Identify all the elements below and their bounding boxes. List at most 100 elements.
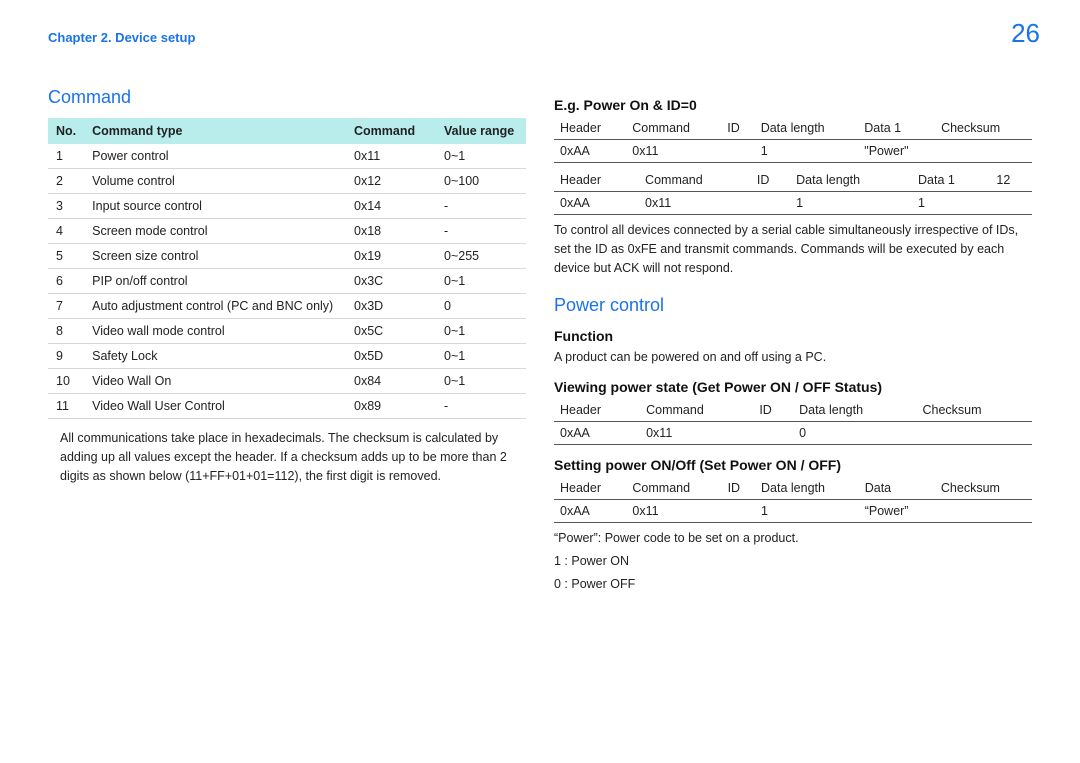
power-off-value: 0 : Power OFF <box>554 575 1032 594</box>
table-row: 3Input source control0x14- <box>48 194 526 219</box>
cell-no: 2 <box>48 169 84 194</box>
h: Header <box>554 117 626 140</box>
function-label: Function <box>554 328 1032 344</box>
h: Data 1 <box>912 169 990 192</box>
h: Data 1 <box>858 117 935 140</box>
h: Header <box>554 477 626 500</box>
c: 0xAA <box>554 192 639 215</box>
table-row: 5Screen size control0x190~255 <box>48 244 526 269</box>
h: Checksum <box>935 117 1032 140</box>
cell-range: 0~1 <box>436 344 526 369</box>
cell-type: Auto adjustment control (PC and BNC only… <box>84 294 346 319</box>
section-title-command: Command <box>48 87 526 108</box>
cell-range: 0 <box>436 294 526 319</box>
cell-no: 7 <box>48 294 84 319</box>
c: 0x11 <box>626 140 721 163</box>
cell-no: 9 <box>48 344 84 369</box>
cell-type: Video Wall User Control <box>84 394 346 419</box>
serial-note: To control all devices connected by a se… <box>554 221 1032 277</box>
th-range: Value range <box>436 118 526 144</box>
cell-cmd: 0x11 <box>346 144 436 169</box>
cell-range: 0~255 <box>436 244 526 269</box>
table-row: 11Video Wall User Control0x89- <box>48 394 526 419</box>
h: Data length <box>793 399 916 422</box>
table-row: 8Video wall mode control0x5C0~1 <box>48 319 526 344</box>
cell-cmd: 0x14 <box>346 194 436 219</box>
table-row: 9Safety Lock0x5D0~1 <box>48 344 526 369</box>
cell-type: Safety Lock <box>84 344 346 369</box>
cell-cmd: 0x12 <box>346 169 436 194</box>
cell-range: - <box>436 219 526 244</box>
command-footnote: All communications take place in hexadec… <box>60 429 526 485</box>
c: 0x11 <box>639 192 751 215</box>
c: 0xAA <box>554 140 626 163</box>
cell-type: Video Wall On <box>84 369 346 394</box>
cell-cmd: 0x19 <box>346 244 436 269</box>
view-power-title: Viewing power state (Get Power ON / OFF … <box>554 379 1032 395</box>
c: 0xAA <box>554 422 640 445</box>
table-row: 1Power control0x110~1 <box>48 144 526 169</box>
command-table: No. Command type Command Value range 1Po… <box>48 118 526 419</box>
cell-range: - <box>436 194 526 219</box>
eg-table-1: Header Command ID Data length Data 1 Che… <box>554 117 1032 163</box>
cell-cmd: 0x84 <box>346 369 436 394</box>
c: 0xAA <box>554 500 626 523</box>
th-no: No. <box>48 118 84 144</box>
h: Command <box>626 477 721 500</box>
th-type: Command type <box>84 118 346 144</box>
h: Data length <box>755 117 859 140</box>
function-text: A product can be powered on and off usin… <box>554 348 1032 367</box>
cell-range: 0~1 <box>436 269 526 294</box>
h: Header <box>554 169 639 192</box>
c <box>721 140 754 163</box>
page-number: 26 <box>1011 18 1040 49</box>
cell-no: 5 <box>48 244 84 269</box>
cell-type: Screen mode control <box>84 219 346 244</box>
c <box>753 422 793 445</box>
h: ID <box>751 169 790 192</box>
cell-type: Power control <box>84 144 346 169</box>
power-code-note: “Power”: Power code to be set on a produ… <box>554 529 1032 548</box>
c: 0x11 <box>640 422 753 445</box>
cell-cmd: 0x18 <box>346 219 436 244</box>
h: Checksum <box>917 399 1033 422</box>
h: Checksum <box>935 477 1032 500</box>
c: 1 <box>755 140 859 163</box>
cell-no: 6 <box>48 269 84 294</box>
cell-type: Volume control <box>84 169 346 194</box>
eg-title: E.g. Power On & ID=0 <box>554 97 1032 113</box>
table-row: 4Screen mode control0x18- <box>48 219 526 244</box>
c <box>722 500 755 523</box>
cell-cmd: 0x3D <box>346 294 436 319</box>
cell-type: Input source control <box>84 194 346 219</box>
table-row: 2Volume control0x120~100 <box>48 169 526 194</box>
c: 0x11 <box>626 500 721 523</box>
h: ID <box>721 117 754 140</box>
set-power-table: Header Command ID Data length Data Check… <box>554 477 1032 523</box>
h: 12 <box>990 169 1032 192</box>
table-row: 7Auto adjustment control (PC and BNC onl… <box>48 294 526 319</box>
chapter-breadcrumb: Chapter 2. Device setup <box>48 30 1032 45</box>
cell-no: 3 <box>48 194 84 219</box>
h: Header <box>554 399 640 422</box>
th-cmd: Command <box>346 118 436 144</box>
table-row: 6PIP on/off control0x3C0~1 <box>48 269 526 294</box>
h: Command <box>640 399 753 422</box>
c: 1 <box>912 192 990 215</box>
h: Data <box>859 477 935 500</box>
cell-cmd: 0x5C <box>346 319 436 344</box>
c <box>935 140 1032 163</box>
h: Data length <box>755 477 859 500</box>
cell-cmd: 0x3C <box>346 269 436 294</box>
c: 1 <box>755 500 859 523</box>
section-title-power-control: Power control <box>554 295 1032 316</box>
cell-no: 11 <box>48 394 84 419</box>
cell-range: - <box>436 394 526 419</box>
c: "Power" <box>858 140 935 163</box>
set-power-title: Setting power ON/Off (Set Power ON / OFF… <box>554 457 1032 473</box>
c: “Power” <box>859 500 935 523</box>
h: Command <box>626 117 721 140</box>
cell-cmd: 0x5D <box>346 344 436 369</box>
eg-table-2: Header Command ID Data length Data 1 12 … <box>554 169 1032 215</box>
cell-no: 8 <box>48 319 84 344</box>
